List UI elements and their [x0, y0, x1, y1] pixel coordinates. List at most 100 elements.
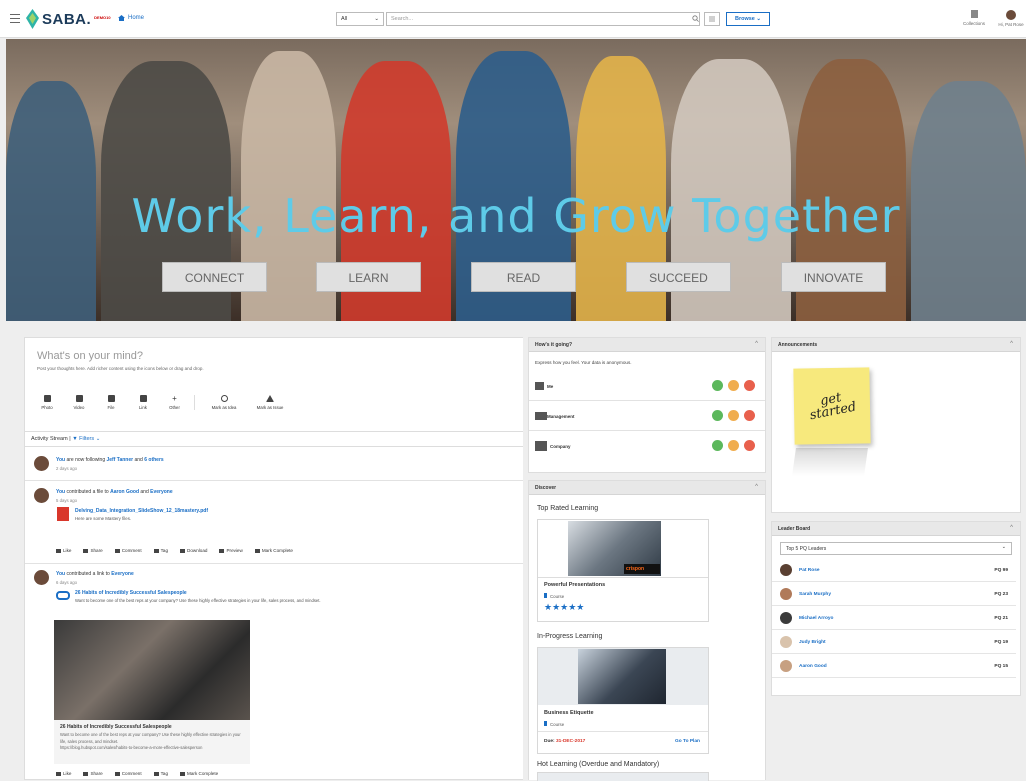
course-icon — [544, 593, 547, 598]
leader-row[interactable]: Pat Rose PQ 99 — [772, 559, 1016, 582]
collapse-icon[interactable]: ^ — [1010, 525, 1013, 531]
succeed-button[interactable]: SUCCEED — [626, 262, 731, 292]
composer-title[interactable]: What's on your mind? — [37, 350, 143, 362]
other-button[interactable]: + Other — [165, 395, 195, 410]
actor-link[interactable]: You — [56, 457, 65, 463]
preview-button[interactable]: Preview — [219, 548, 242, 553]
user-menu[interactable]: Hi, Pat Rose — [996, 10, 1026, 27]
happy-face-icon[interactable] — [712, 440, 723, 451]
leader-board-select[interactable]: Top 5 PQ Leaders ⌄ — [780, 542, 1012, 555]
target-link[interactable]: Jeff Tanner — [107, 457, 134, 463]
link-button[interactable]: Link — [133, 395, 153, 410]
collapse-icon[interactable]: ^ — [1010, 341, 1013, 347]
course-icon — [544, 721, 547, 726]
chevron-down-icon[interactable]: ⌄ — [96, 436, 101, 442]
leader-row[interactable]: Sarah Murphy PQ 23 — [772, 583, 1016, 606]
item-time: 6 days ago — [56, 580, 78, 585]
leader-row[interactable]: Judy Bright PQ 19 — [772, 631, 1016, 654]
innovate-button[interactable]: INNOVATE — [781, 262, 886, 292]
mood-label: Me — [547, 384, 554, 389]
video-button[interactable]: Video — [69, 395, 89, 410]
item-verb: are now following — [65, 457, 107, 463]
like-button[interactable]: Like — [56, 771, 71, 776]
leader-row[interactable]: Michael Arroyo PQ 21 — [772, 607, 1016, 630]
leader-name[interactable]: Sarah Murphy — [799, 592, 831, 597]
target-link[interactable]: Aaron Good — [110, 489, 139, 495]
file-button[interactable]: File — [101, 395, 121, 410]
learn-button[interactable]: LEARN — [316, 262, 421, 292]
saba-logo[interactable]: SABA. DEMO10 — [26, 8, 111, 30]
course-thumbnail — [578, 649, 666, 704]
item-text: You are now following Jeff Tanner and 6 … — [56, 457, 164, 463]
collections-button[interactable]: Collections — [958, 10, 990, 26]
link-icon — [56, 591, 70, 600]
search-filter-button[interactable] — [704, 12, 720, 26]
neutral-face-icon[interactable] — [728, 410, 739, 421]
connect-button[interactable]: CONNECT — [162, 262, 267, 292]
filter-icon[interactable]: ▼ — [72, 436, 77, 442]
collapse-icon[interactable]: ^ — [755, 341, 758, 347]
sad-face-icon[interactable] — [744, 410, 755, 421]
leader-score: PQ 99 — [994, 568, 1008, 573]
file-link[interactable]: Delving_Data_Integration_SlideShow_12_18… — [75, 508, 208, 514]
leader-name[interactable]: Aaron Good — [799, 664, 827, 669]
link-preview-image[interactable] — [54, 620, 250, 720]
mark-issue-button[interactable]: Mark as Issue — [253, 395, 287, 410]
home-link[interactable]: Home — [118, 15, 144, 21]
read-button[interactable]: READ — [471, 262, 576, 292]
link-preview-card[interactable]: 26 Habits of Incredibly Successful Sales… — [54, 720, 250, 764]
collapse-icon[interactable]: ^ — [755, 484, 758, 490]
share-button[interactable]: Share — [83, 771, 102, 776]
search-input[interactable]: Search... — [386, 12, 700, 26]
mood-label: Management — [547, 414, 575, 419]
search-icon[interactable] — [692, 15, 699, 22]
link-title[interactable]: 26 Habits of Incredibly Successful Sales… — [75, 590, 187, 596]
tag-button[interactable]: Tag — [154, 771, 168, 776]
chevron-down-icon: ⌄ — [1001, 544, 1006, 550]
actor-link[interactable]: You — [56, 489, 65, 495]
mark-complete-button[interactable]: Mark Complete — [180, 771, 218, 776]
target-link[interactable]: Everyone — [111, 571, 134, 577]
course-card[interactable]: crispon Powerful Presentations Course ★★… — [537, 519, 709, 622]
share-button[interactable]: Share — [83, 548, 102, 553]
sticky-note-image[interactable]: get started — [793, 367, 871, 445]
tag-button[interactable]: Tag — [154, 548, 168, 553]
comment-button[interactable]: Comment — [115, 771, 142, 776]
leader-board-header: Leader Board ^ — [772, 522, 1020, 536]
leader-name[interactable]: Judy Bright — [799, 640, 826, 645]
course-card[interactable]: Business Etiquette Course Due: 31-DEC-20… — [537, 647, 709, 754]
photo-button[interactable]: Photo — [37, 395, 57, 410]
everyone-link[interactable]: Everyone — [150, 489, 173, 495]
others-link[interactable]: 6 others — [144, 457, 163, 463]
hero-title: Work, Learn, and Grow Together — [131, 189, 901, 243]
filters-link[interactable]: Filters — [79, 436, 94, 442]
mood-panel: How's it going? ^ Express how you feel. Y… — [528, 337, 766, 473]
browse-button[interactable]: Browse ⌄ — [726, 12, 770, 26]
item-conj: and — [139, 489, 151, 495]
menu-icon[interactable] — [10, 14, 20, 23]
comment-button[interactable]: Comment — [115, 548, 142, 553]
tool-label: Link — [139, 405, 147, 410]
happy-face-icon[interactable] — [712, 410, 723, 421]
leader-score: PQ 21 — [994, 616, 1008, 621]
download-button[interactable]: Download — [180, 548, 207, 553]
leader-name[interactable]: Pat Rose — [799, 568, 820, 573]
leader-row[interactable]: Aaron Good PQ 15 — [772, 655, 1016, 678]
search-scope-select[interactable]: All ⌄ — [336, 12, 384, 26]
mark-complete-button[interactable]: Mark Complete — [255, 548, 293, 553]
actor-link[interactable]: You — [56, 571, 65, 577]
mood-subtitle: Express how you feel. Your data is anony… — [535, 360, 632, 365]
activity-stream-label: Activity Stream — [31, 436, 68, 442]
building-icon — [535, 441, 547, 451]
sad-face-icon[interactable] — [744, 440, 755, 451]
go-to-plan-link[interactable]: Go To Plan — [675, 739, 700, 744]
neutral-face-icon[interactable] — [728, 380, 739, 391]
like-button[interactable]: Like — [56, 548, 71, 553]
sad-face-icon[interactable] — [744, 380, 755, 391]
neutral-face-icon[interactable] — [728, 440, 739, 451]
leader-name[interactable]: Michael Arroyo — [799, 616, 833, 621]
photo-icon — [43, 395, 51, 402]
happy-face-icon[interactable] — [712, 380, 723, 391]
sticky-note-text: get started — [808, 390, 858, 424]
mark-idea-button[interactable]: Mark as Idea — [207, 395, 241, 410]
